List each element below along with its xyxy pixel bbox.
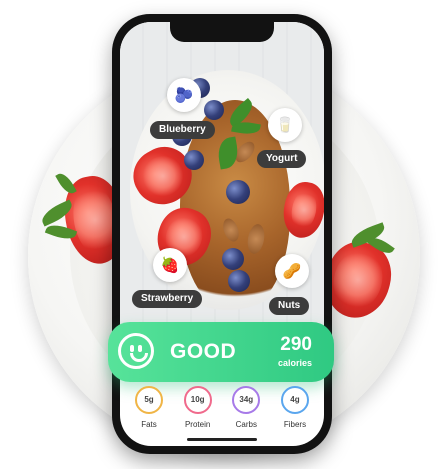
- calories-unit: calories: [277, 358, 312, 368]
- macro-protein[interactable]: 10g Protein: [179, 386, 217, 429]
- happy-face-icon: [118, 333, 154, 369]
- food-scan-scene: 🫐 Blueberry 🥛 Yogurt 🍓 Strawberry 🥜 Nuts…: [0, 0, 439, 469]
- carbs-label: Carbs: [235, 420, 257, 429]
- nuts-label[interactable]: Nuts: [269, 297, 310, 315]
- phone-screen: 🫐 Blueberry 🥛 Yogurt 🍓 Strawberry 🥜 Nuts: [120, 22, 324, 446]
- fibers-label: Fibers: [283, 420, 307, 429]
- nuts-icon[interactable]: 🥜: [275, 254, 309, 288]
- fibers-ring: 4g: [280, 386, 309, 414]
- fats-label: Fats: [141, 420, 157, 429]
- blueberry-7: [228, 270, 250, 292]
- macro-fats[interactable]: 5g Fats: [130, 386, 168, 429]
- yogurt-label[interactable]: Yogurt: [257, 150, 307, 168]
- macro-fibers[interactable]: 4g Fibers: [276, 386, 314, 429]
- protein-label: Protein: [184, 420, 211, 429]
- fats-ring: 5g: [135, 386, 163, 414]
- blueberry-label[interactable]: Blueberry: [150, 121, 215, 139]
- blueberry-6: [222, 248, 244, 270]
- protein-ring: 10g: [183, 386, 212, 414]
- home-indicator: [187, 438, 257, 441]
- rating-banner[interactable]: GOOD 290 calories: [108, 322, 334, 382]
- blueberry-2: [204, 100, 224, 120]
- rating-status: GOOD: [170, 340, 237, 363]
- strawberry-label[interactable]: Strawberry: [132, 290, 203, 308]
- blueberry-icon[interactable]: 🫐: [167, 78, 201, 112]
- yogurt-icon[interactable]: 🥛: [268, 108, 302, 142]
- phone-notch: [170, 22, 274, 42]
- blueberry-5: [226, 180, 250, 204]
- strawberry-icon[interactable]: 🍓: [153, 248, 187, 282]
- carbs-ring: 34g: [232, 386, 261, 414]
- blueberry-4: [184, 150, 204, 170]
- food-photo: 🫐 Blueberry 🥛 Yogurt 🍓 Strawberry 🥜 Nuts: [120, 22, 324, 352]
- macros-row: 5g Fats 10g Protein 34g Carbs 4g Fibers: [130, 386, 314, 429]
- calories-value: 290: [280, 334, 312, 355]
- macro-carbs[interactable]: 34g Carbs: [227, 386, 265, 429]
